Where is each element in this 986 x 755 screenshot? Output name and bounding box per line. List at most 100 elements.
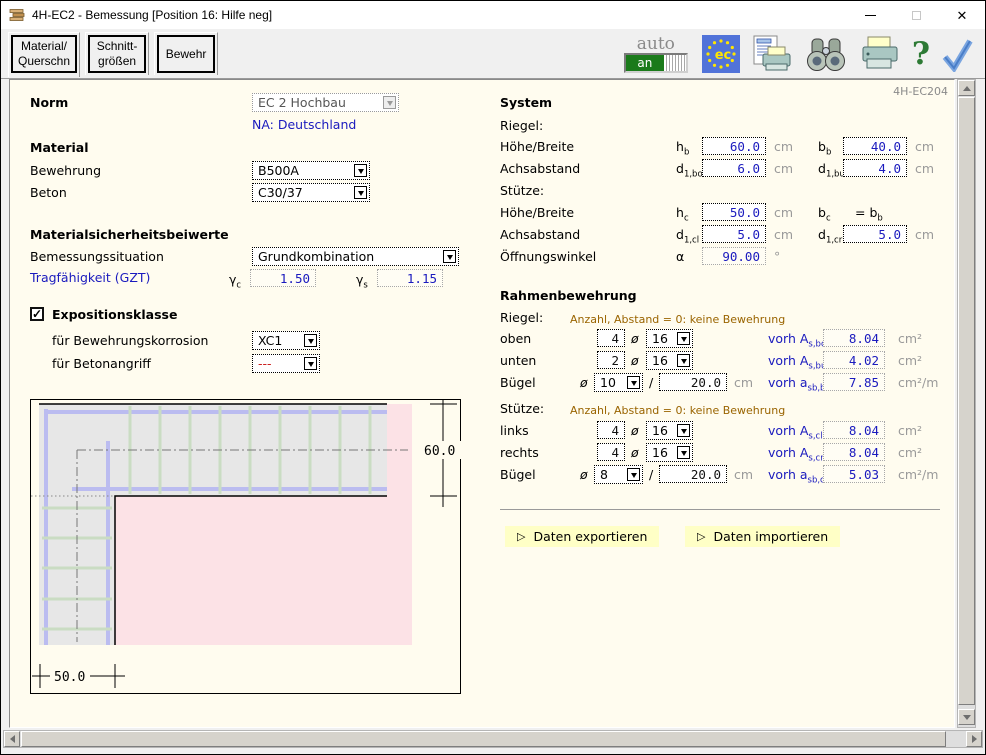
d1cl-field[interactable]: 5.0 (702, 225, 766, 243)
hc-field[interactable]: 50.0 (702, 203, 766, 221)
korrosion-dropdown[interactable]: XC1 (252, 331, 320, 350)
achsabstand-stuetze-label: Achsabstand (500, 228, 580, 242)
confirm-check-icon[interactable] (941, 36, 973, 72)
oben-count-field[interactable]: 4 (597, 329, 625, 347)
scroll-left-button[interactable] (4, 731, 20, 747)
scroll-down-button[interactable] (958, 709, 975, 725)
gamma-s-symbol: γs (356, 273, 368, 287)
arrow-right-icon (972, 735, 981, 743)
d1cr-symbol: d1,cr (818, 228, 842, 242)
chevron-down-icon[interactable] (354, 164, 367, 177)
chevron-down-icon[interactable] (677, 332, 690, 345)
buegel-stuetze-dia-dropdown[interactable]: 8 (594, 465, 643, 484)
norm-dropdown: EC 2 Hochbau (252, 93, 399, 112)
chevron-down-icon[interactable] (443, 250, 456, 263)
vertical-scroll-thumb[interactable] (958, 97, 975, 705)
links-dia-dropdown[interactable]: 16 (646, 421, 693, 440)
d1cr-field[interactable]: 5.0 (843, 225, 907, 243)
d1bo-unit: cm (774, 162, 793, 176)
printer-icon[interactable] (859, 34, 901, 74)
minimize-button[interactable] (847, 1, 893, 29)
bc-equals: = bb (855, 206, 883, 220)
divider (500, 509, 940, 510)
tab-bewehrung[interactable]: Bewehr (154, 32, 218, 75)
chevron-down-icon[interactable] (304, 357, 317, 370)
tab-schnittgroessen[interactable]: Schnitt- größen (85, 32, 149, 75)
chevron-down-icon[interactable] (304, 334, 317, 347)
exposition-header: Expositionsklasse (52, 308, 177, 322)
links-count-field[interactable]: 4 (597, 421, 625, 439)
export-button[interactable]: ▷ Daten exportieren (505, 526, 659, 547)
buegel-riegel-dia-symbol: ø (580, 376, 588, 390)
asbc-label: vorh asb,c (768, 468, 825, 482)
dim-height-label: 60.0 (424, 444, 455, 459)
hb-field[interactable]: 60.0 (702, 137, 766, 155)
d1bo-field[interactable]: 6.0 (702, 159, 766, 177)
asbu-unit: cm² (898, 354, 922, 368)
chevron-down-icon[interactable] (627, 468, 640, 481)
eurocode-icon[interactable]: ec (702, 35, 740, 73)
scroll-right-button[interactable] (966, 731, 982, 747)
d1cl-symbol: d1,cl (676, 228, 699, 242)
system-stuetze-label: Stütze: (500, 184, 544, 198)
hoehe-breite-riegel-label: Höhe/Breite (500, 140, 574, 154)
tab-material-querschnitt[interactable]: Material/ Querschn (8, 32, 80, 77)
page-code: 4H-EC204 (860, 85, 948, 99)
chevron-down-icon[interactable] (677, 446, 690, 459)
vertical-scrollbar[interactable] (957, 79, 976, 728)
buegel-stuetze-label: Bügel (500, 468, 536, 482)
buegel-stuetze-slash: / (649, 468, 653, 482)
help-icon[interactable]: ? (912, 36, 930, 72)
hoehe-breite-stuetze-label: Höhe/Breite (500, 206, 574, 220)
auto-toggle[interactable]: auto an (621, 36, 691, 73)
app-window: 4H-EC2 - Bemessung [Position 16: Hilfe n… (0, 0, 986, 755)
situation-dropdown[interactable]: Grundkombination (252, 247, 459, 266)
unten-count-field[interactable]: 2 (597, 351, 625, 369)
chevron-down-icon (383, 96, 396, 109)
scroll-up-button[interactable] (958, 80, 975, 96)
exposition-checkbox[interactable]: ✓ (30, 307, 44, 321)
beton-dropdown[interactable]: C30/37 (252, 183, 370, 202)
hb-unit: cm (774, 140, 793, 154)
rahmen-header: Rahmenbewehrung (500, 289, 637, 303)
horizontal-scroll-thumb[interactable] (21, 731, 946, 747)
ascl-label: vorh As,cl (768, 424, 823, 438)
run-arrow-icon: ▷ (517, 530, 525, 543)
asbo-label: vorh As,bo (768, 332, 826, 346)
rahmen-riegel-label: Riegel: (500, 311, 543, 325)
d1bu-field[interactable]: 4.0 (843, 159, 907, 177)
angriff-label: für Betonangriff (52, 357, 151, 371)
protocol-print-icon[interactable] (751, 34, 793, 74)
asbb-value: 7.85 (823, 373, 885, 391)
gamma-s-value: 1.15 (377, 269, 443, 287)
gamma-c-value: 1.50 (250, 269, 316, 287)
gamma-c-symbol: γc (229, 273, 241, 287)
chevron-down-icon[interactable] (677, 354, 690, 367)
bewehrung-dropdown[interactable]: B500A (252, 161, 370, 180)
asbc-value: 5.03 (823, 465, 885, 483)
bb-field[interactable]: 40.0 (843, 137, 907, 155)
buegel-riegel-dia-dropdown[interactable]: 10 (594, 373, 643, 392)
chevron-down-icon[interactable] (677, 424, 690, 437)
horizontal-scrollbar[interactable] (3, 730, 983, 748)
close-button[interactable]: ✕ (939, 1, 985, 29)
rechts-count-field[interactable]: 4 (597, 443, 625, 461)
chevron-down-icon[interactable] (354, 186, 367, 199)
buegel-riegel-spacing-field[interactable]: 20.0 (659, 373, 727, 391)
bc-symbol: bc (818, 206, 831, 220)
unten-dia-dropdown[interactable]: 16 (646, 351, 693, 370)
angriff-dropdown[interactable]: --- (252, 354, 320, 373)
d1cl-unit: cm (774, 228, 793, 242)
asbb-unit: cm²/m (898, 376, 938, 390)
rechts-dia-dropdown[interactable]: 16 (646, 443, 693, 462)
chevron-down-icon[interactable] (627, 376, 640, 389)
oben-label: oben (500, 332, 531, 346)
run-arrow-icon: ▷ (697, 530, 705, 543)
buegel-stuetze-spacing-field[interactable]: 20.0 (659, 465, 727, 483)
oben-dia-dropdown[interactable]: 16 (646, 329, 693, 348)
close-icon: ✕ (957, 9, 968, 22)
rahmen-stuetze-label: Stütze: (500, 402, 544, 416)
ascl-value: 8.04 (823, 421, 885, 439)
binoculars-icon[interactable] (804, 34, 848, 74)
import-button[interactable]: ▷ Daten importieren (685, 526, 840, 547)
